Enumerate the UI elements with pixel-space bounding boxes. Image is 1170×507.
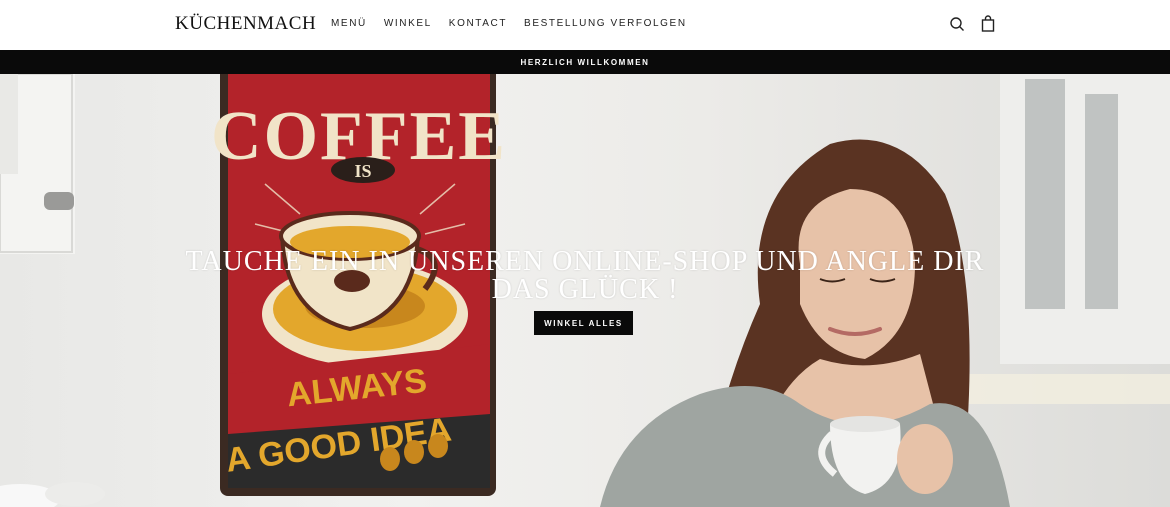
logo[interactable]: KÜCHENMACH [175,13,316,35]
main-nav: MENÜ WINKEL KONTACT BESTELLUNG VERFOLGEN [331,18,704,29]
announcement-bar: HERZLICH WILLKOMMEN [0,50,1170,74]
nav-item-menu[interactable]: MENÜ [331,18,367,29]
nav-item-kontact[interactable]: KONTACT [449,18,507,29]
woman-figure [600,139,1010,507]
hero-title: TAUCHE EIN IN UNSEREN ONLINE-SHOP UND AN… [185,246,985,305]
site-header: KÜCHENMACH MENÜ WINKEL KONTACT BESTELLUN… [0,0,1170,50]
search-icon[interactable] [948,15,966,33]
svg-text:IS: IS [354,161,371,181]
shopping-bag-icon[interactable] [979,15,997,33]
nav-item-track-order[interactable]: BESTELLUNG VERFOLGEN [524,18,687,29]
hero-banner: COFFEE IS ALWAYS A GOOD IDEA TAUCHE EIN … [0,74,1170,507]
nav-item-winkel[interactable]: WINKEL [384,18,432,29]
announcement-text: HERZLICH WILLKOMMEN [520,57,650,67]
shop-all-button[interactable]: WINKEL ALLES [534,311,633,335]
